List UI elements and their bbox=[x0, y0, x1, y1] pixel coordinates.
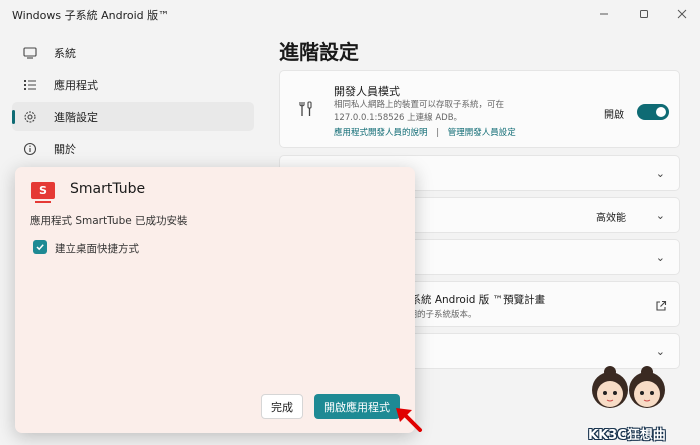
active-indicator bbox=[12, 110, 15, 124]
description-line: 127.0.0.1:58526 上連線 ADB。 bbox=[334, 113, 463, 123]
toggle-label: 開啟 bbox=[604, 110, 624, 121]
developer-mode-description: 相同私人網路上的裝置可以存取子系統，可在 127.0.0.1:58526 上連線… bbox=[334, 99, 574, 125]
developer-links: 應用程式開發人員的說明 | 管理開發人員設定 bbox=[334, 126, 516, 138]
sidebar-item-label: 關於 bbox=[54, 142, 76, 156]
gear-icon bbox=[22, 109, 38, 125]
open-app-button[interactable]: 開啟應用程式 bbox=[314, 394, 400, 419]
minimize-icon[interactable] bbox=[593, 5, 615, 23]
developer-mode-toggle[interactable] bbox=[637, 104, 669, 120]
toggle-knob bbox=[656, 107, 666, 117]
tools-icon bbox=[298, 100, 314, 122]
shortcut-checkbox-label: 建立桌面快捷方式 bbox=[55, 243, 139, 255]
chevron-down-icon[interactable]: ⌄ bbox=[656, 167, 665, 180]
external-link-icon[interactable] bbox=[655, 297, 667, 316]
shortcut-checkbox[interactable] bbox=[33, 240, 47, 254]
chevron-down-icon[interactable]: ⌄ bbox=[656, 209, 665, 222]
setting-value: 高效能 bbox=[596, 213, 626, 224]
app-icon-stand bbox=[35, 201, 51, 203]
title-bar: Windows 子系統 Android 版™ bbox=[0, 0, 700, 30]
close-icon[interactable] bbox=[671, 5, 693, 23]
app-name: SmartTube bbox=[70, 181, 146, 197]
window-title: Windows 子系統 Android 版™ bbox=[12, 9, 170, 22]
app-developer-help-link[interactable]: 應用程式開發人員的說明 bbox=[334, 128, 428, 138]
chevron-down-icon[interactable]: ⌄ bbox=[656, 345, 665, 358]
checkmark-icon bbox=[36, 244, 44, 251]
monitor-icon bbox=[22, 45, 38, 61]
sidebar-item-label: 系統 bbox=[54, 46, 76, 60]
sidebar-item-label: 應用程式 bbox=[54, 78, 98, 92]
description-line: 相同私人網路上的裝置可以存取子系統，可在 bbox=[334, 100, 505, 110]
info-icon bbox=[22, 141, 38, 157]
developer-mode-title: 開發人員模式 bbox=[334, 85, 400, 98]
app-icon: S bbox=[31, 182, 55, 199]
chevron-down-icon[interactable]: ⌄ bbox=[656, 251, 665, 264]
sidebar-item-apps[interactable]: 應用程式 bbox=[12, 70, 254, 99]
page-title: 進階設定 bbox=[279, 40, 359, 64]
red-arrow-icon bbox=[393, 404, 423, 436]
sidebar-item-advanced[interactable]: 進階設定 bbox=[12, 102, 254, 131]
sidebar-item-label: 進階設定 bbox=[54, 110, 98, 124]
install-complete-dialog: S SmartTube 應用程式 SmartTube 已成功安裝 建立桌面快捷方… bbox=[15, 167, 415, 433]
link-separator: | bbox=[436, 128, 440, 138]
watermark-mascot bbox=[583, 362, 675, 426]
watermark-text: KK3C狂想曲 bbox=[588, 428, 666, 443]
install-message: 應用程式 SmartTube 已成功安裝 bbox=[30, 215, 188, 227]
sidebar-item-system[interactable]: 系統 bbox=[12, 38, 254, 67]
maximize-icon[interactable] bbox=[633, 5, 655, 23]
list-icon bbox=[22, 77, 38, 93]
preview-program-title: 子系統 Android 版 ™預覽計畫 bbox=[400, 294, 546, 306]
done-button[interactable]: 完成 bbox=[261, 394, 303, 419]
manage-developer-settings-link[interactable]: 管理開發人員設定 bbox=[448, 128, 516, 138]
sidebar-item-about[interactable]: 關於 bbox=[12, 134, 254, 163]
